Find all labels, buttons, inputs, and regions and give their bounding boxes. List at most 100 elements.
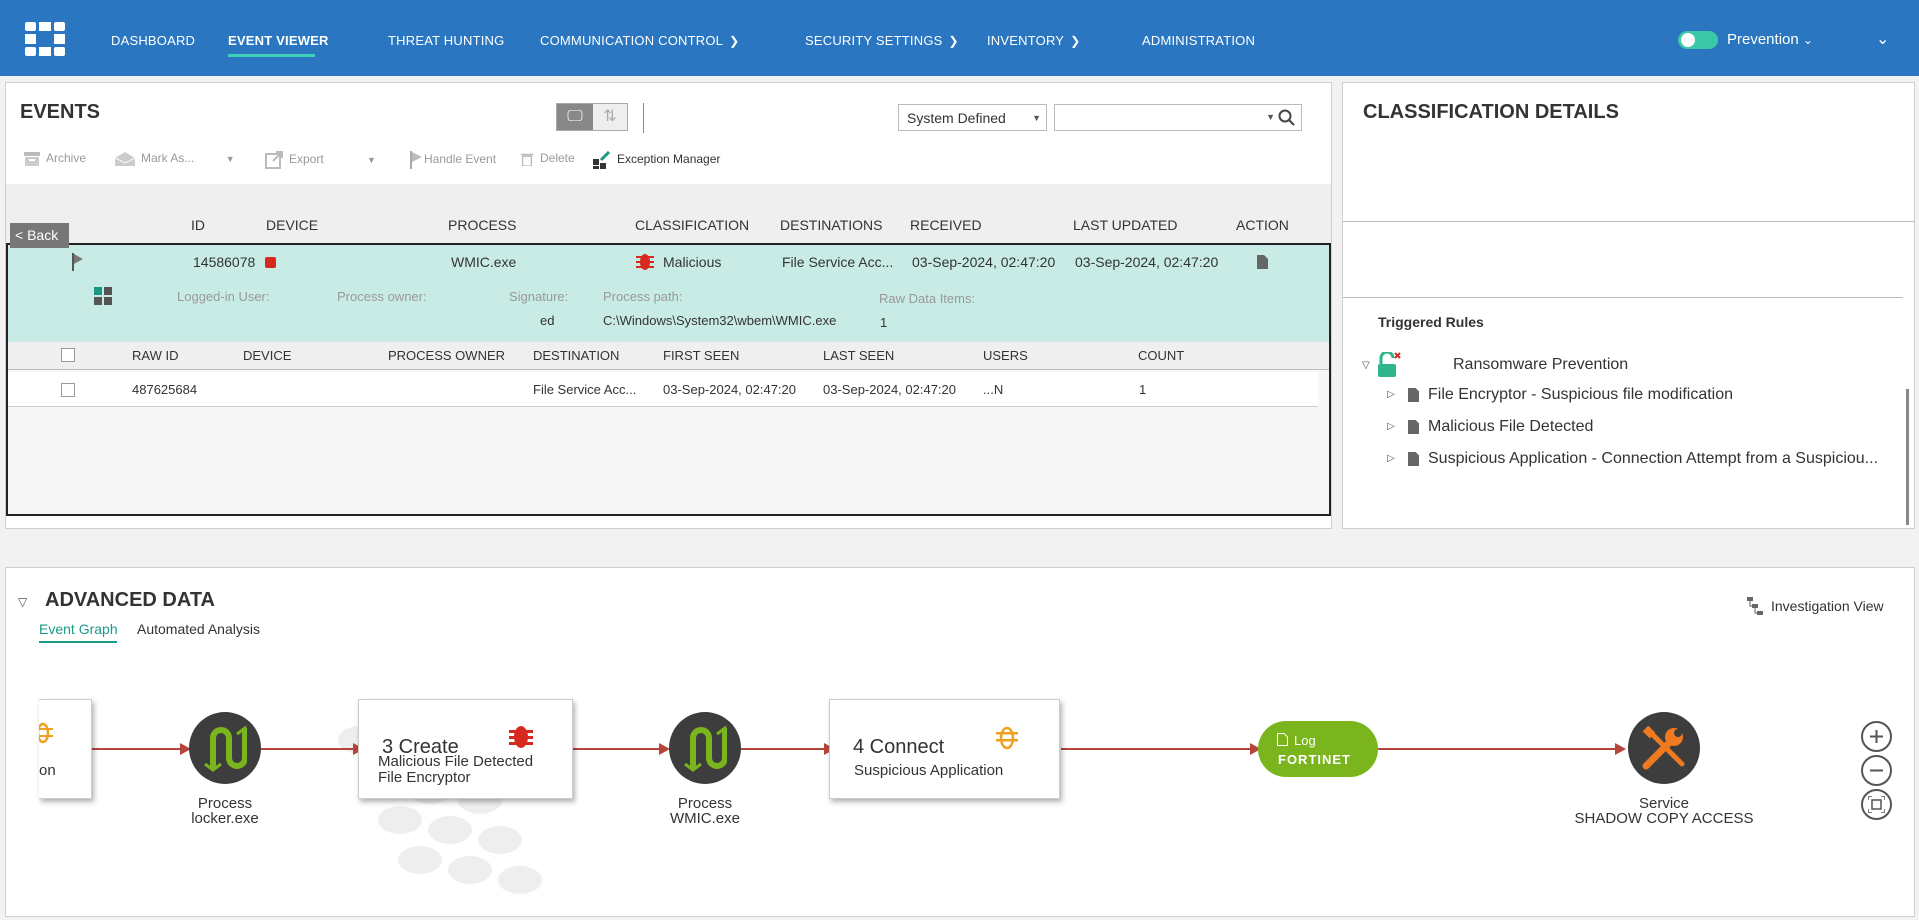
column-header-last-updated[interactable]: LAST UPDATED bbox=[1073, 217, 1178, 233]
handle-event-button[interactable]: Handle Event bbox=[410, 151, 496, 169]
row-checkbox[interactable] bbox=[61, 383, 75, 397]
prevention-mode-toggle[interactable] bbox=[1678, 31, 1718, 49]
event-details-row: Logged-in User: Process owner: Signature… bbox=[8, 279, 1329, 342]
logged-in-user-label: Logged-in User: bbox=[177, 289, 270, 304]
raw-users: ...N bbox=[983, 382, 1004, 397]
expand-triangle-icon[interactable]: ▷ bbox=[1387, 421, 1395, 432]
search-icon[interactable] bbox=[1278, 109, 1296, 127]
column-header-classification[interactable]: CLASSIFICATION bbox=[635, 217, 749, 233]
user-menu-chevron-icon[interactable]: ⌄ bbox=[1876, 29, 1889, 49]
column-header-device[interactable]: DEVICE bbox=[266, 217, 318, 233]
process-node-wmic[interactable] bbox=[669, 712, 741, 784]
edge-arrow bbox=[1615, 743, 1626, 755]
column-header-destinations[interactable]: DESTINATIONS bbox=[780, 217, 882, 233]
rule-item[interactable]: File Encryptor - Suspicious file modific… bbox=[1428, 386, 1733, 404]
plus-icon bbox=[1870, 730, 1883, 743]
back-button[interactable]: < Back bbox=[10, 223, 69, 248]
card-line: File Encryptor bbox=[378, 769, 471, 786]
process-view-icon[interactable]: ⇅ bbox=[593, 104, 627, 130]
dropdown-arrow-icon[interactable]: ▼ bbox=[1266, 112, 1275, 122]
chevron-down-icon: ❯ bbox=[729, 34, 740, 48]
exception-manager-icon bbox=[593, 151, 611, 169]
node-name-label: locker.exe bbox=[191, 810, 259, 827]
rule-item[interactable]: Malicious File Detected bbox=[1428, 418, 1593, 436]
divider bbox=[1343, 221, 1914, 222]
view-switch[interactable]: 🖵 ⇅ bbox=[556, 103, 628, 131]
service-node[interactable] bbox=[1628, 712, 1700, 784]
malicious-bug-icon bbox=[636, 254, 654, 270]
minus-icon bbox=[1870, 769, 1883, 772]
delete-button[interactable]: Delete bbox=[520, 151, 575, 166]
graph-edge bbox=[741, 748, 825, 750]
raw-column-last-seen[interactable]: LAST SEEN bbox=[823, 348, 894, 363]
column-header-action[interactable]: ACTION bbox=[1236, 217, 1289, 233]
raw-data-row[interactable]: 487625684 File Service Acc... 03-Sep-202… bbox=[8, 372, 1318, 407]
column-header-received[interactable]: RECEIVED bbox=[910, 217, 982, 233]
policy-name[interactable]: Ransomware Prevention bbox=[1453, 356, 1628, 374]
graph-card-create[interactable]: 3 Create Malicious File Detected File En… bbox=[358, 699, 573, 799]
event-destinations: File Service Acc... bbox=[782, 254, 894, 270]
expand-triangle-icon[interactable]: ▷ bbox=[1387, 389, 1395, 400]
raw-data-empty-area bbox=[8, 408, 1329, 514]
process-owner-label: Process owner: bbox=[337, 289, 427, 304]
expand-triangle-icon[interactable]: ▷ bbox=[1387, 453, 1395, 464]
scrollbar-thumb[interactable] bbox=[1906, 389, 1909, 525]
raw-column-raw-id[interactable]: RAW ID bbox=[132, 348, 178, 363]
raw-column-first-seen[interactable]: FIRST SEEN bbox=[663, 348, 739, 363]
raw-column-count[interactable]: COUNT bbox=[1138, 348, 1184, 363]
rule-item[interactable]: Suspicious Application - Connection Atte… bbox=[1428, 450, 1878, 468]
chevron-down-icon: ⌄ bbox=[1802, 33, 1813, 47]
graph-card-partial[interactable]: on bbox=[39, 699, 92, 799]
nav-communication-control[interactable]: COMMUNICATION CONTROL ❯ bbox=[540, 33, 739, 48]
tab-automated-analysis[interactable]: Automated Analysis bbox=[137, 621, 260, 637]
fit-to-screen-button[interactable] bbox=[1861, 789, 1892, 820]
dropdown-arrow-icon: ▼ bbox=[367, 155, 376, 166]
nav-event-viewer[interactable]: EVENT VIEWER bbox=[228, 33, 329, 48]
exception-manager-button[interactable]: Exception Manager bbox=[593, 151, 720, 169]
nav-security-settings[interactable]: SECURITY SETTINGS ❯ bbox=[805, 33, 959, 48]
raw-column-users[interactable]: USERS bbox=[983, 348, 1028, 363]
filter-select[interactable]: System Defined ▼ bbox=[898, 104, 1047, 131]
rule-document-icon bbox=[1408, 388, 1419, 402]
device-view-icon[interactable]: 🖵 bbox=[557, 104, 593, 130]
mark-as-button[interactable]: Mark As... ▼ bbox=[115, 151, 235, 166]
process-node-locker[interactable] bbox=[189, 712, 261, 784]
column-header-id[interactable]: ID bbox=[191, 217, 205, 233]
nav-administration[interactable]: ADMINISTRATION bbox=[1142, 33, 1255, 48]
malicious-bug-icon bbox=[509, 726, 533, 748]
collapse-triangle-icon[interactable]: ▽ bbox=[18, 595, 27, 609]
event-row[interactable]: 14586078 WMIC.exe Malicious File Service… bbox=[8, 245, 1329, 279]
card-line: Suspicious Application bbox=[854, 762, 1004, 779]
partial-card-label: on bbox=[39, 762, 56, 779]
nav-inventory[interactable]: INVENTORY ❯ bbox=[987, 33, 1080, 48]
rule-document-icon bbox=[1408, 452, 1419, 466]
zoom-in-button[interactable] bbox=[1861, 721, 1892, 752]
nav-threat-hunting[interactable]: THREAT HUNTING bbox=[388, 33, 504, 48]
raw-column-process-owner[interactable]: PROCESS OWNER bbox=[388, 348, 505, 363]
graph-edge bbox=[1061, 748, 1255, 750]
flag-icon[interactable] bbox=[72, 253, 84, 271]
zoom-out-button[interactable] bbox=[1861, 755, 1892, 786]
column-header-process[interactable]: PROCESS bbox=[448, 217, 516, 233]
node-type-label: Process bbox=[197, 795, 253, 812]
search-input[interactable]: ▼ bbox=[1054, 104, 1302, 131]
archive-button[interactable]: Archive bbox=[24, 151, 86, 166]
select-all-checkbox[interactable] bbox=[61, 348, 75, 362]
investigation-view-icon[interactable] bbox=[1747, 597, 1763, 615]
tab-event-graph[interactable]: Event Graph bbox=[39, 621, 118, 637]
raw-column-destination[interactable]: DESTINATION bbox=[533, 348, 619, 363]
expand-triangle-icon[interactable]: ▽ bbox=[1362, 360, 1370, 371]
suspicious-bug-icon bbox=[39, 722, 53, 744]
export-button[interactable]: Export ▼ bbox=[265, 151, 376, 169]
fortinet-logo-icon[interactable] bbox=[25, 22, 65, 56]
triggered-rules-title: Triggered Rules bbox=[1378, 314, 1484, 330]
graph-edge bbox=[260, 748, 358, 750]
dropdown-arrow-icon: ▼ bbox=[225, 154, 235, 164]
log-node[interactable]: Log FORTINET bbox=[1258, 721, 1378, 777]
nav-dashboard[interactable]: DASHBOARD bbox=[111, 33, 195, 48]
document-action-icon[interactable] bbox=[1257, 255, 1268, 269]
raw-column-device[interactable]: DEVICE bbox=[243, 348, 291, 363]
investigation-view-link[interactable]: Investigation View bbox=[1771, 598, 1884, 614]
prevention-mode-menu[interactable]: Prevention ⌄ bbox=[1727, 31, 1813, 48]
graph-card-connect[interactable]: 4 Connect Suspicious Application bbox=[829, 699, 1060, 799]
